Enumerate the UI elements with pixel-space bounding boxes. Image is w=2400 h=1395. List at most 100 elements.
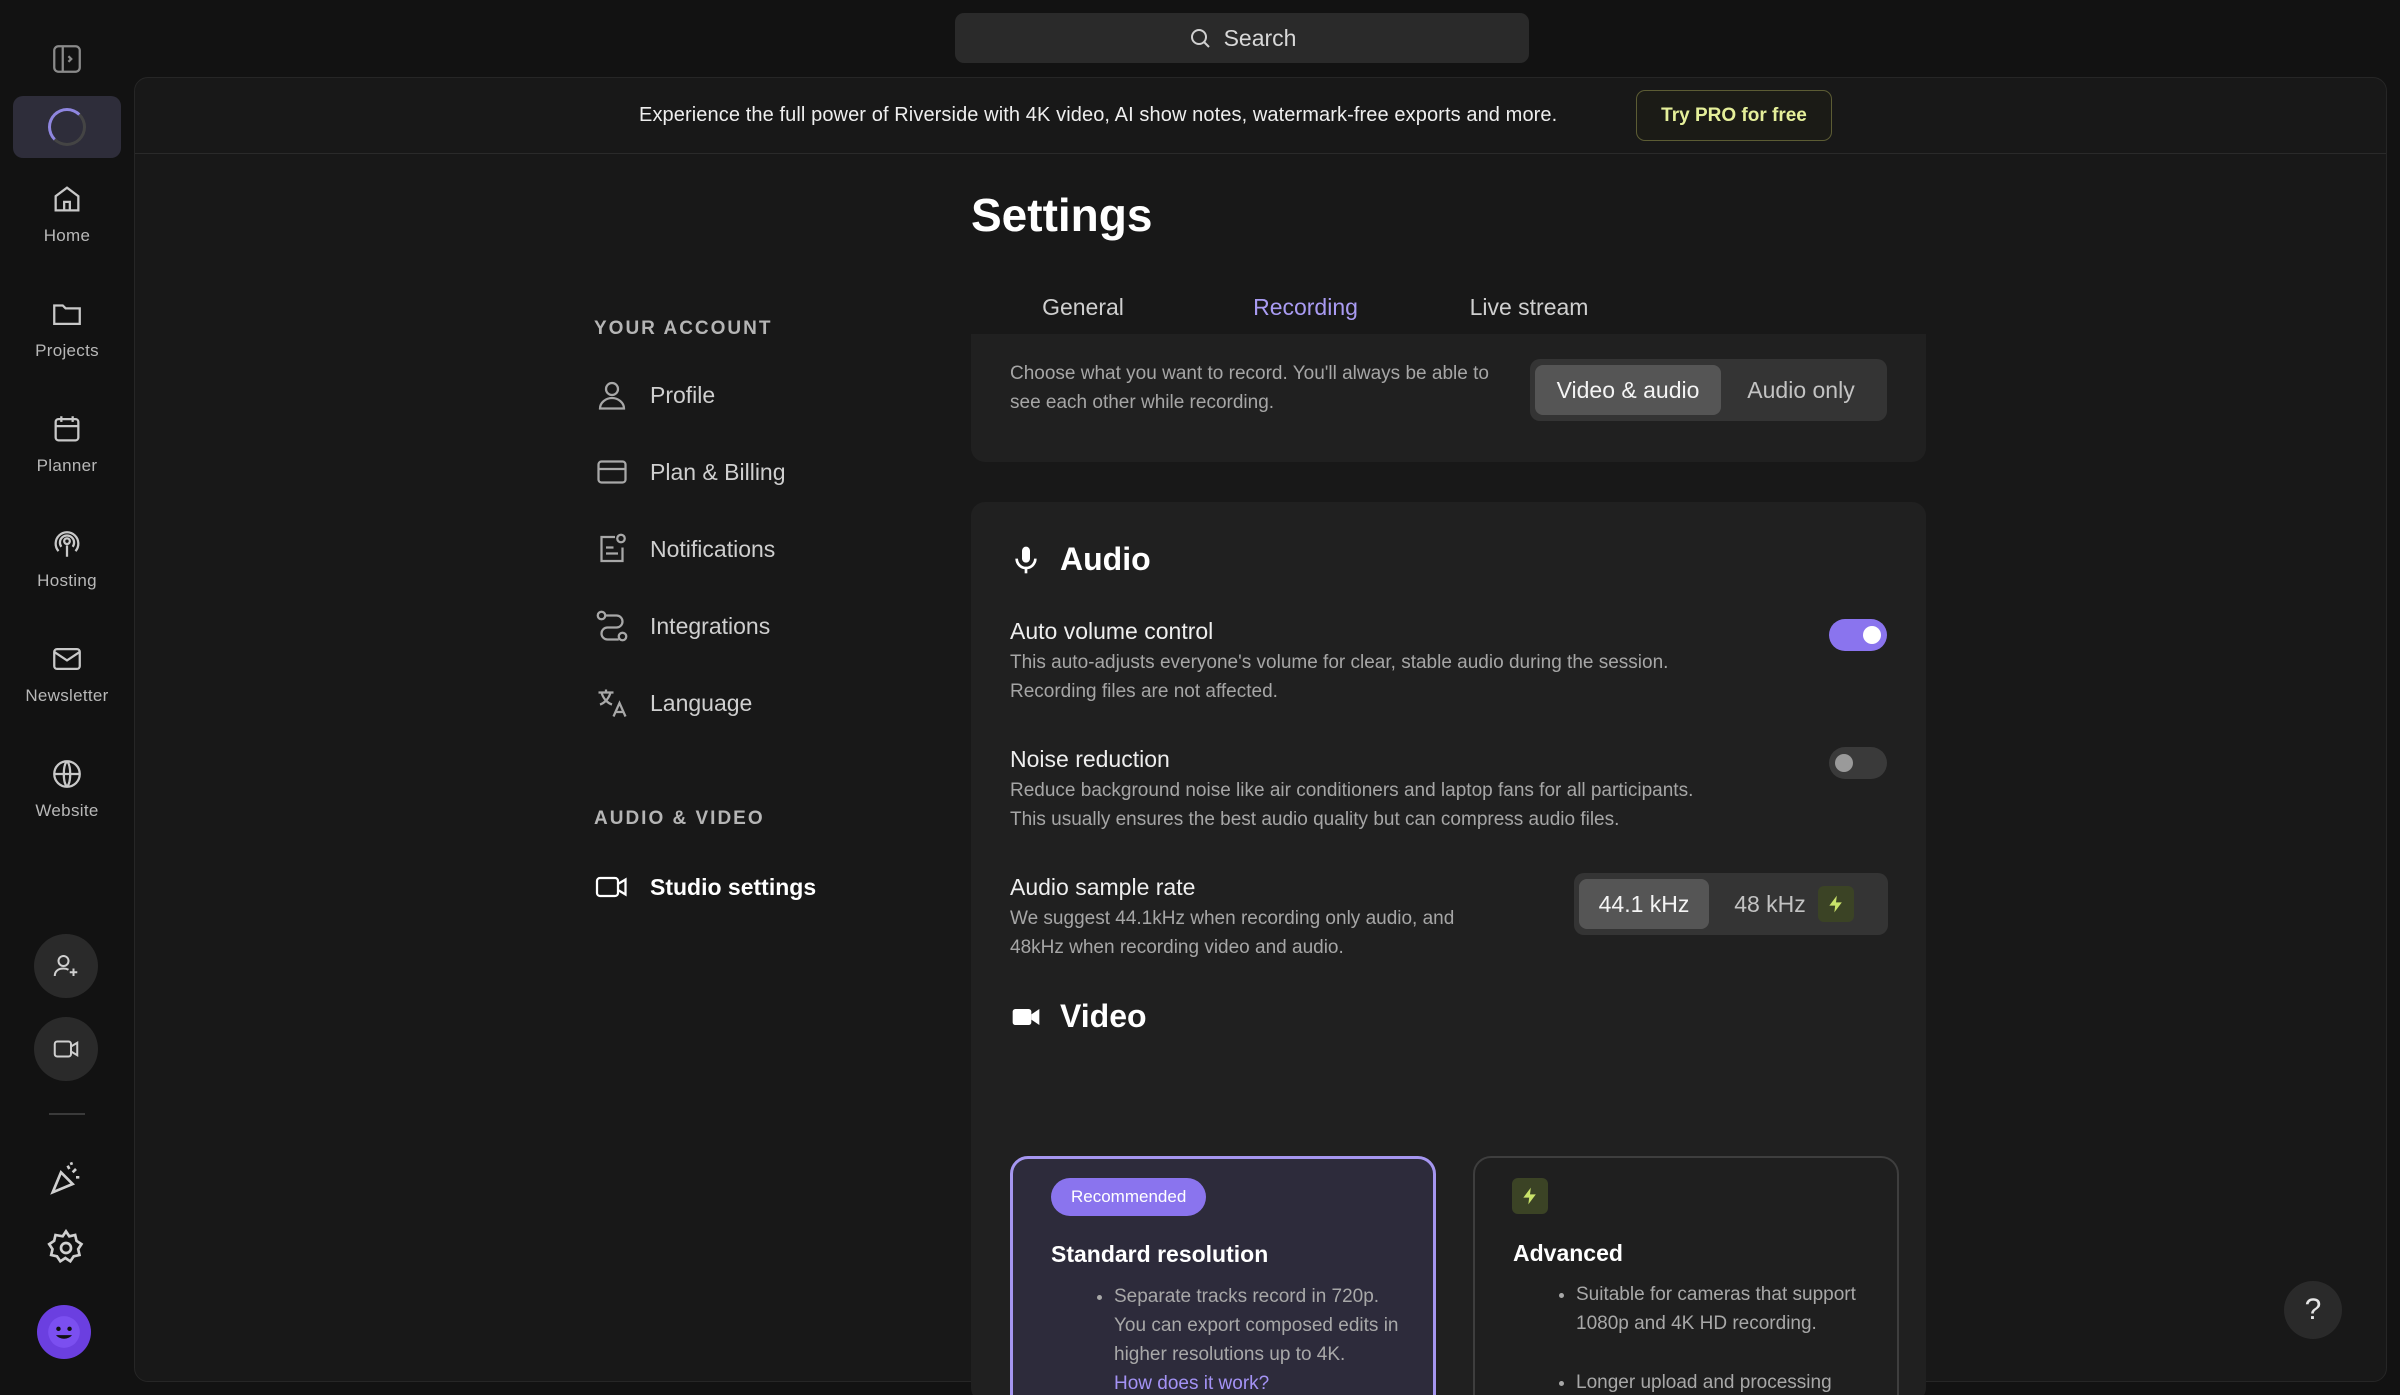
notification-icon: [600, 533, 626, 563]
desc-line: This auto-adjusts everyone's volume for …: [1010, 652, 1669, 673]
record-mode-card: Choose what you want to record. You'll a…: [971, 334, 1926, 462]
section-heading-av: AUDIO & VIDEO: [594, 808, 765, 829]
auto-volume-title: Auto volume control: [1010, 618, 1214, 644]
standard-resolution-title: Standard resolution: [1051, 1241, 1269, 1267]
how-does-it-work-link[interactable]: How does it work?: [1114, 1373, 1269, 1394]
desc-line: Recording files are not affected.: [1010, 681, 1278, 702]
folder-icon: [50, 297, 84, 331]
noise-reduction-title: Noise reduction: [1010, 746, 1170, 772]
noise-reduction-description: Reduce background noise like air conditi…: [1010, 776, 1693, 834]
sample-rate-title: Audio sample rate: [1010, 874, 1196, 900]
record-mode-description: Choose what you want to record. You'll a…: [1010, 363, 1489, 413]
sidebar-toggle-icon[interactable]: [50, 42, 84, 76]
nav-item-projects[interactable]: Projects: [0, 297, 134, 361]
settings-nav-studio[interactable]: Studio settings: [594, 869, 816, 905]
desc-line: We suggest 44.1kHz when recording only a…: [1010, 908, 1455, 929]
page-title: Settings: [971, 189, 1153, 241]
audio-heading-text: Audio: [1060, 541, 1151, 577]
new-studio-button[interactable]: [34, 1017, 98, 1081]
list-item: Longer upload and processing times.: [1576, 1368, 1876, 1395]
whats-new-icon[interactable]: [46, 1159, 86, 1199]
audio-video-card: Audio Auto volume control This auto-adju…: [971, 502, 1926, 1395]
option-48khz[interactable]: 48 kHz: [1709, 879, 1879, 929]
sample-rate-description: We suggest 44.1kHz when recording only a…: [1010, 904, 1454, 962]
nav-label: Language: [650, 689, 753, 716]
tab-recording[interactable]: Recording: [1194, 282, 1417, 338]
video-heading-text: Video: [1060, 998, 1147, 1034]
calendar-icon: [50, 412, 84, 446]
option-44khz[interactable]: 44.1 kHz: [1579, 879, 1709, 929]
nav-label: Projects: [35, 341, 99, 360]
invite-button[interactable]: [34, 934, 98, 998]
home-icon: [50, 182, 84, 216]
search-bar[interactable]: Search: [955, 13, 1529, 63]
settings-nav-profile[interactable]: Profile: [594, 377, 715, 413]
nav-item-home[interactable]: Home: [0, 182, 134, 246]
audio-heading: Audio: [1010, 541, 1151, 578]
settings-nav-billing[interactable]: Plan & Billing: [594, 454, 786, 490]
search-icon: [1190, 29, 1210, 48]
advanced-title: Advanced: [1513, 1240, 1623, 1266]
globe-icon: [50, 757, 84, 791]
nav-item-website[interactable]: Website: [0, 757, 134, 821]
credit-card-icon: [597, 460, 627, 484]
rail-divider: [49, 1113, 85, 1115]
translate-icon: [598, 689, 627, 717]
section-heading-account: YOUR ACCOUNT: [594, 318, 773, 339]
nav-label: Notifications: [650, 535, 776, 562]
toggle-knob: [1835, 754, 1853, 772]
nav-item-hosting[interactable]: Hosting: [0, 527, 134, 591]
advanced-details: Suitable for cameras that support 1080p …: [1576, 1280, 1876, 1395]
nav-item-planner[interactable]: Planner: [0, 412, 134, 476]
try-pro-button[interactable]: Try PRO for free: [1636, 90, 1832, 141]
settings-nav-language[interactable]: Language: [594, 685, 752, 721]
podcast-icon: [50, 527, 84, 561]
toggle-knob: [1863, 626, 1881, 644]
option-audio-only[interactable]: Audio only: [1721, 365, 1881, 415]
left-rail: Home Projects Planner Hosting Newsletter…: [0, 0, 134, 1395]
desc-line: This usually ensures the best audio qual…: [1010, 809, 1620, 830]
tab-live-stream[interactable]: Live stream: [1417, 282, 1641, 338]
nav-label: Newsletter: [25, 686, 109, 705]
noise-reduction-toggle[interactable]: [1829, 747, 1887, 779]
user-icon: [598, 381, 626, 410]
video-camera-icon: [595, 876, 627, 898]
mail-icon: [50, 642, 84, 676]
video-heading: Video: [1010, 998, 1147, 1035]
settings-nav-notifications[interactable]: Notifications: [594, 531, 775, 567]
nav-label: Website: [35, 801, 99, 820]
desc-line: 48kHz when recording video and audio.: [1010, 937, 1344, 958]
nav-item-newsletter[interactable]: Newsletter: [0, 642, 134, 706]
video-camera-icon: [53, 1040, 79, 1058]
settings-gear-icon[interactable]: [46, 1228, 86, 1268]
upgrade-banner: Experience the full power of Riverside w…: [135, 78, 2386, 154]
smiley-icon: [48, 1316, 80, 1348]
auto-volume-toggle[interactable]: [1829, 619, 1887, 651]
bullet-text: Separate tracks record in 720p. You can …: [1114, 1286, 1399, 1365]
settings-nav-integrations[interactable]: Integrations: [594, 608, 770, 644]
nav-label: Profile: [650, 381, 716, 408]
auto-volume-description: This auto-adjusts everyone's volume for …: [1010, 648, 1668, 706]
option-video-audio[interactable]: Video & audio: [1535, 365, 1721, 415]
nav-label: Hosting: [37, 571, 97, 590]
add-user-icon: [53, 955, 78, 977]
video-camera-icon: [1012, 1008, 1040, 1025]
tab-general[interactable]: General: [971, 282, 1195, 338]
avatar[interactable]: [37, 1305, 91, 1359]
help-button[interactable]: ?: [2284, 1281, 2342, 1339]
integrations-icon: [596, 610, 628, 642]
standard-resolution-option[interactable]: Recommended Standard resolution Separate…: [1010, 1156, 1436, 1395]
settings-tabs: General Recording Live stream: [971, 282, 1926, 338]
microphone-icon: [1015, 546, 1037, 573]
desc-line: Reduce background noise like air conditi…: [1010, 780, 1694, 801]
list-item: Suitable for cameras that support 1080p …: [1576, 1280, 1876, 1338]
nav-label: Studio settings: [650, 873, 817, 900]
standard-resolution-details: Separate tracks record in 720p. You can …: [1114, 1282, 1404, 1395]
loading-workspace[interactable]: [13, 96, 121, 158]
advanced-resolution-option[interactable]: Advanced Suitable for cameras that suppo…: [1473, 1156, 1899, 1395]
nav-label: Home: [43, 226, 91, 245]
spinner-icon: [48, 108, 86, 146]
sample-rate-selector: 44.1 kHz 48 kHz: [1574, 873, 1888, 935]
nav-label: Plan & Billing: [650, 458, 786, 485]
record-mode-selector: Video & audio Audio only: [1530, 359, 1887, 421]
